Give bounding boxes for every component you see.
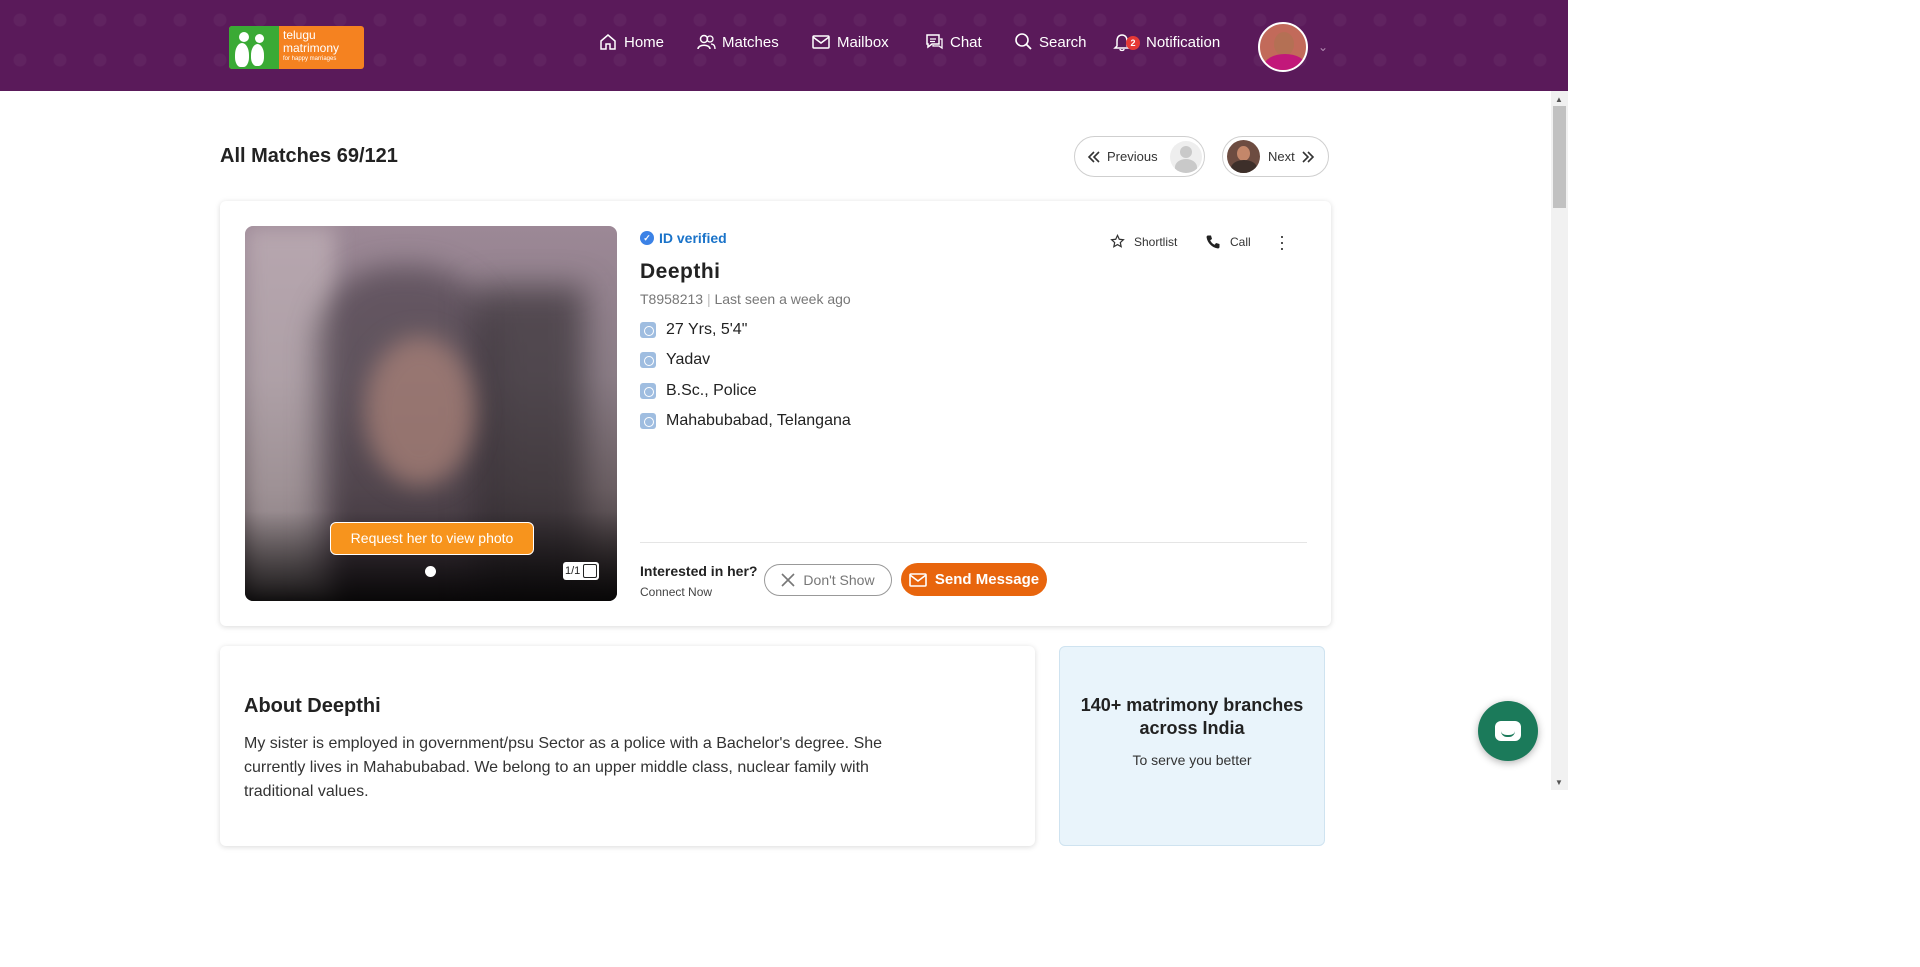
top-navigation-bar: telugu matrimony for happy marriages Hom… [0, 0, 1568, 91]
attribute-education: B.Sc., Police [640, 382, 757, 400]
next-profile-button[interactable]: Next [1222, 136, 1329, 177]
request-photo-button[interactable]: Request her to view photo [330, 522, 534, 555]
dont-show-label: Don't Show [803, 572, 875, 588]
verified-label: ID verified [659, 230, 727, 246]
shortlist-button[interactable]: Shortlist [1110, 234, 1177, 249]
more-options-icon[interactable]: · · · [1278, 227, 1286, 257]
education-icon [640, 383, 656, 399]
send-message-label: Send Message [934, 571, 1040, 588]
attribute-text: Yadav [666, 351, 711, 368]
nav-mailbox-label: Mailbox [837, 33, 889, 51]
profile-card: Request her to view photo 1/1 ✓ ID verif… [220, 201, 1331, 626]
matches-icon [697, 34, 716, 50]
verified-check-icon: ✓ [640, 231, 654, 245]
logo-text: telugu matrimony for happy marriages [283, 28, 340, 63]
attribute-caste: Yadav [640, 351, 710, 369]
nav-matches-label: Matches [722, 33, 779, 51]
nav-chat-label: Chat [950, 33, 982, 51]
page-title: All Matches 69/121 [220, 145, 398, 167]
branches-card[interactable]: 140+ matrimony branches across India To … [1059, 646, 1325, 846]
photo-counter-text: 1/1 [565, 565, 581, 577]
shortlist-label: Shortlist [1134, 234, 1178, 249]
branches-subtitle: To serve you better [1132, 752, 1252, 768]
previous-profile-thumbnail [1169, 140, 1202, 173]
double-chevron-right-icon [1302, 150, 1314, 163]
nav-home-label: Home [624, 33, 665, 51]
id-verified-badge: ✓ ID verified [640, 230, 727, 246]
attribute-text: B.Sc., Police [666, 382, 757, 399]
chat-icon [926, 34, 943, 50]
attribute-text: 27 Yrs, 5'4" [666, 321, 748, 338]
attribute-age-height: 27 Yrs, 5'4" [640, 321, 747, 339]
interested-heading: Interested in her? [640, 563, 758, 579]
gallery-icon [583, 564, 598, 578]
dont-show-button[interactable]: Don't Show [764, 564, 892, 596]
age-height-icon [640, 322, 656, 338]
caste-icon [640, 352, 656, 368]
close-icon [781, 573, 795, 587]
chevron-down-icon[interactable]: ⌄ [1318, 40, 1328, 54]
attribute-location: Mahabubabad, Telangana [640, 412, 851, 430]
chat-bubble-icon [1495, 721, 1521, 741]
nav-notification-label: Notification [1146, 33, 1221, 51]
send-message-button[interactable]: Send Message [901, 563, 1047, 596]
scroll-down-arrow-icon[interactable]: ▼ [1555, 778, 1563, 787]
nav-search-label: Search [1039, 33, 1087, 51]
nav-home[interactable]: Home [598, 30, 664, 54]
profile-photo[interactable]: Request her to view photo 1/1 [245, 226, 617, 601]
connect-now-text: Connect Now [640, 585, 713, 599]
photo-counter[interactable]: 1/1 [563, 562, 600, 580]
notification-count-badge: 2 [1126, 36, 1140, 50]
about-title: About Deepthi [244, 695, 381, 717]
nav-notification[interactable]: 2 Notification [1112, 30, 1220, 54]
branches-title: 140+ matrimony branches across India [1080, 695, 1304, 738]
about-card: About Deepthi My sister is employed in g… [220, 646, 1035, 846]
previous-label: Previous [1107, 149, 1158, 164]
divider [640, 542, 1307, 543]
home-icon [600, 34, 616, 50]
search-icon [1015, 33, 1032, 50]
double-chevron-left-icon [1087, 150, 1100, 163]
mail-icon [909, 572, 927, 587]
nav-search[interactable]: Search [1013, 30, 1087, 54]
chat-support-button[interactable] [1478, 701, 1538, 761]
attribute-text: Mahabubabad, Telangana [666, 412, 851, 429]
next-profile-thumbnail [1227, 140, 1260, 173]
about-text: My sister is employed in government/psu … [244, 735, 883, 800]
next-label: Next [1268, 149, 1295, 164]
user-avatar[interactable] [1258, 22, 1308, 72]
previous-profile-button[interactable]: Previous [1074, 136, 1205, 177]
profile-name: Deepthi [640, 260, 721, 283]
star-icon [1110, 234, 1125, 248]
profile-meta: T8958213 | Last seen a week ago [640, 291, 851, 307]
call-label: Call [1230, 235, 1251, 249]
phone-icon [1206, 235, 1220, 249]
last-seen: Last seen a week ago [714, 291, 851, 307]
profile-id: T8958213 [640, 291, 704, 307]
logo-icon [229, 26, 279, 69]
nav-chat[interactable]: Chat [924, 30, 982, 54]
call-button[interactable]: Call [1205, 234, 1251, 250]
photo-carousel-dot[interactable] [425, 566, 436, 577]
location-icon [640, 413, 656, 429]
telugu-matrimony-logo[interactable]: telugu matrimony for happy marriages [229, 26, 364, 69]
scroll-up-arrow-icon[interactable]: ▲ [1555, 95, 1563, 104]
nav-mailbox[interactable]: Mailbox [811, 30, 889, 54]
scrollbar-thumb[interactable] [1553, 106, 1566, 208]
nav-matches[interactable]: Matches [696, 30, 779, 54]
mail-icon [812, 35, 830, 49]
